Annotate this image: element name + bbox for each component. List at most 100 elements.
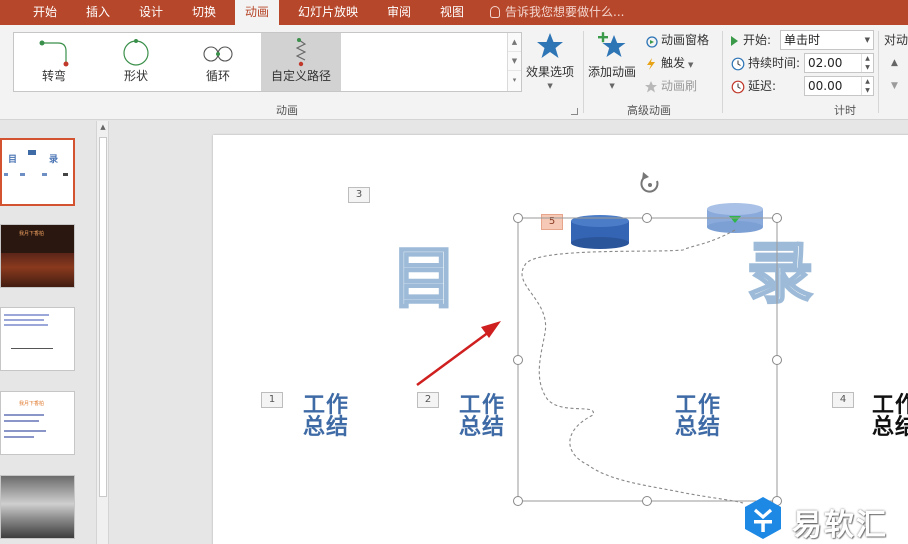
slide-thumbnail-3[interactable] — [0, 307, 75, 371]
thumb-dot — [20, 173, 25, 176]
selection-box — [517, 217, 778, 502]
custom-path-icon — [295, 38, 307, 67]
delay-label: 延迟: — [731, 76, 776, 96]
powerpoint-window: 开始 插入 设计 切换 动画 幻灯片放映 审阅 视图 告诉我您想要做什么... … — [0, 0, 908, 544]
thumb-line — [4, 430, 46, 432]
star-icon — [537, 33, 563, 58]
clock-icon — [731, 57, 745, 70]
dialog-launcher-icon[interactable] — [571, 108, 578, 115]
rotate-handle-icon[interactable] — [640, 172, 659, 193]
gallery-more-icon[interactable]: ▾ — [508, 71, 521, 90]
tell-me-search[interactable]: 告诉我您想要做什么... — [490, 0, 624, 25]
chevron-down-icon: ▼ — [688, 61, 694, 69]
thumb-dot — [42, 173, 47, 176]
slide-canvas[interactable]: 3 5 1 2 4 目 录 工作 总结 工作 总结 工作 总结 工作 总结 — [213, 135, 908, 544]
scroll-up-icon[interactable]: ▲ — [97, 123, 109, 131]
animation-painter-button[interactable]: 动画刷 — [644, 76, 697, 96]
lightbulb-icon — [490, 6, 500, 18]
effect-options-button[interactable]: 效果选项 ▼ — [526, 31, 574, 90]
gallery-item-shape[interactable]: 形状 — [96, 33, 176, 91]
gallery-item-custom-path[interactable]: 自定义路径 — [261, 33, 341, 91]
add-star-icon — [598, 32, 626, 57]
slide-thumbnail-4[interactable]: 我月下香柏 — [0, 391, 75, 455]
tab-review[interactable]: 审阅 — [387, 0, 411, 25]
loop-path-icon — [203, 46, 233, 62]
start-dropdown[interactable]: 单击时 ▼ — [780, 30, 874, 50]
tab-transitions[interactable]: 切换 — [192, 0, 216, 25]
move-earlier-icon[interactable]: ▲ — [891, 53, 898, 73]
painter-label: 动画刷 — [661, 79, 698, 93]
add-animation-label: 添加动画 — [588, 65, 637, 79]
scroll-down-icon[interactable]: ▼ — [508, 52, 521, 71]
tab-animations[interactable]: 动画 — [235, 0, 280, 25]
group-label-advanced: 高级动画 — [627, 104, 671, 117]
thumbnails-scrollbar[interactable]: ▲ — [96, 121, 109, 544]
animation-pane-button[interactable]: 动画窗格 — [644, 30, 709, 50]
delay-text: 延迟: — [748, 79, 777, 93]
chevron-down-icon: ▼ — [609, 82, 615, 90]
motion-path — [521, 229, 744, 504]
gallery-item-loop[interactable]: 循环 — [178, 33, 258, 91]
gallery-item-label: 形状 — [123, 69, 148, 83]
add-animation-button[interactable]: 添加动画 ▼ — [588, 31, 636, 90]
duration-input[interactable]: 02.00 ▲ ▼ — [804, 53, 874, 73]
site-logo-icon — [745, 497, 781, 539]
thumb-dot — [63, 173, 68, 176]
watermark-text: 易软汇 — [792, 508, 888, 543]
thumb-line — [4, 420, 39, 422]
tab-home[interactable]: 开始 — [33, 0, 57, 25]
start-label: 开始: — [731, 30, 771, 50]
slide-thumbnail-1[interactable]: 目 录 — [0, 138, 75, 206]
play-icon — [731, 35, 738, 46]
group-divider — [722, 31, 723, 113]
scrollbar-thumb[interactable] — [99, 137, 107, 497]
start-text: 开始: — [743, 33, 772, 47]
animation-pane-label: 动画窗格 — [661, 33, 710, 47]
tab-slideshow[interactable]: 幻灯片放映 — [298, 0, 358, 25]
trigger-button[interactable]: 触发 ▼ — [644, 53, 693, 73]
gallery-scrollbar[interactable]: ▲ ▼ ▾ — [507, 33, 521, 91]
thumb-line — [4, 314, 49, 316]
group-label-timing: 计时 — [834, 104, 856, 117]
thumb-line — [11, 348, 53, 349]
gallery-item-label: 转弯 — [41, 69, 66, 83]
gallery-item-label: 循环 — [205, 69, 230, 83]
thumb-title: 我月下香柏 — [19, 231, 45, 237]
motion-path-overlay — [416, 172, 782, 506]
cylinder-shape[interactable] — [571, 215, 629, 249]
tell-me-text: 告诉我您想要做什么... — [505, 5, 625, 19]
tab-view[interactable]: 视图 — [440, 0, 464, 25]
group-divider — [583, 31, 584, 113]
reorder-label: 对动 — [884, 33, 908, 47]
duration-value: 02.00 — [808, 56, 843, 70]
lightning-icon — [647, 57, 655, 70]
chevron-down-icon: ▼ — [547, 82, 553, 90]
move-later-icon[interactable]: ▼ — [891, 76, 898, 96]
delay-input[interactable]: 00.00 ▲ ▼ — [804, 76, 874, 96]
start-value: 单击时 — [784, 33, 821, 47]
delay-clock-icon — [731, 80, 745, 93]
duration-label: 持续时间: — [731, 53, 800, 73]
slide-thumbnails-pane: 目 录 我月下香柏 我月下香柏 — [0, 121, 96, 544]
painter-star-icon — [645, 80, 657, 92]
delay-value: 00.00 — [808, 79, 843, 93]
chevron-down-icon: ▼ — [864, 36, 870, 44]
tab-insert[interactable]: 插入 — [86, 0, 110, 25]
turn-path-icon — [39, 40, 69, 67]
circle-path-icon — [123, 39, 149, 66]
gallery-item-label: 自定义路径 — [270, 69, 331, 83]
scroll-up-icon[interactable]: ▲ — [508, 33, 521, 52]
slide-thumbnail-2[interactable]: 我月下香柏 — [0, 224, 75, 288]
slide-thumbnail-5[interactable] — [0, 475, 75, 539]
thumb-line — [4, 414, 44, 416]
tab-design[interactable]: 设计 — [139, 0, 163, 25]
delay-spinner[interactable]: ▲ ▼ — [861, 77, 873, 95]
duration-spinner[interactable]: ▲ ▼ — [861, 54, 873, 72]
thumb-photo — [1, 253, 74, 287]
gallery-item-turn[interactable]: 转弯 — [14, 33, 94, 91]
animation-gallery: 转弯 形状 循环 自定义路径 ▲ ▼ ▾ — [13, 32, 522, 92]
thumb-line — [4, 436, 34, 438]
thumb-title: 我月下香柏 — [19, 401, 45, 407]
duration-text: 持续时间: — [748, 56, 801, 70]
thumb-title-right: 录 — [49, 155, 59, 165]
